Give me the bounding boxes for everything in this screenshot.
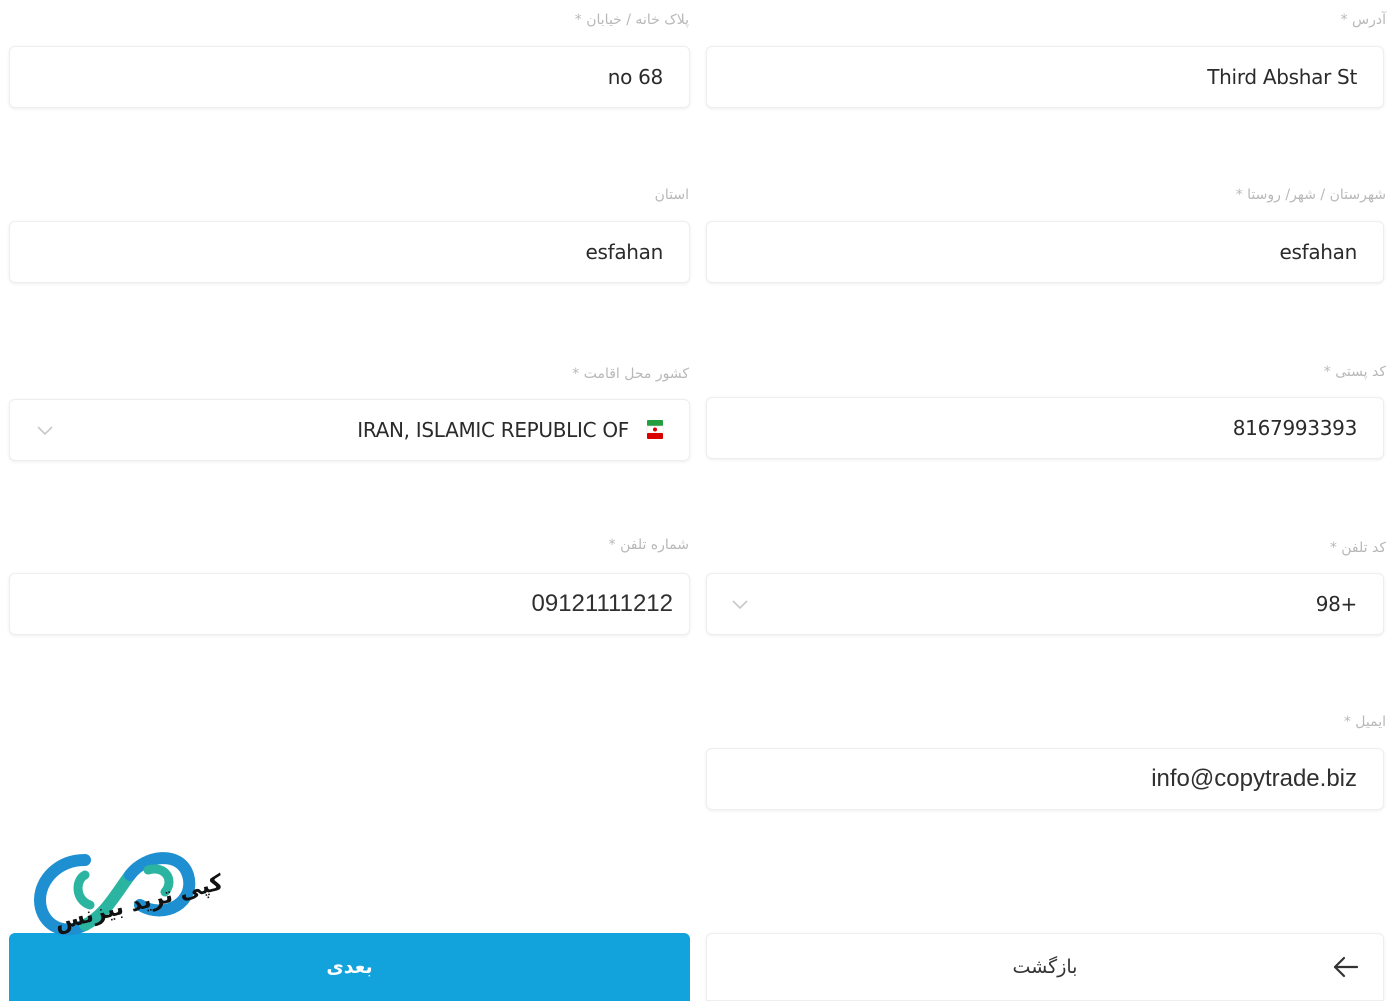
country-select[interactable]: IRAN, ISLAMIC REPUBLIC OF: [9, 399, 690, 461]
city-input[interactable]: esfahan: [706, 221, 1384, 283]
email-value: info@copytrade.biz: [1151, 765, 1357, 792]
phone-number-value: 09121111212: [531, 590, 673, 617]
postal-code-value: 8167993393: [1232, 416, 1358, 440]
postal-code-input[interactable]: 8167993393: [706, 397, 1384, 459]
house-number-value: no 68: [607, 65, 664, 89]
phone-number-label: شماره تلفن *: [608, 537, 689, 553]
iran-flag-icon: [646, 420, 664, 439]
phone-code-label: کد تلفن *: [1329, 540, 1386, 556]
country-value: IRAN, ISLAMIC REPUBLIC OF: [357, 418, 629, 442]
province-value: esfahan: [585, 240, 663, 264]
city-value: esfahan: [1279, 240, 1357, 264]
postal-code-label: کد پستی *: [1323, 364, 1386, 380]
arrow-left-icon: [1333, 956, 1359, 978]
phone-number-input[interactable]: 09121111212: [9, 573, 690, 635]
address-form-page: آدرس * Third Abshar St پلاک خانه / خیابا…: [0, 0, 1400, 1001]
city-label: شهرستان / شهر/ روستا *: [1235, 187, 1386, 203]
phone-code-select[interactable]: 98+: [706, 573, 1384, 635]
back-button-label: بازگشت: [1012, 956, 1078, 978]
address-label: آدرس *: [1340, 12, 1386, 28]
chevron-down-icon: [732, 600, 748, 610]
chevron-down-icon: [37, 426, 53, 436]
country-label: کشور محل اقامت *: [572, 366, 689, 382]
province-label: استان: [654, 187, 689, 203]
house-number-input[interactable]: no 68: [9, 46, 690, 108]
province-input[interactable]: esfahan: [9, 221, 690, 283]
email-input[interactable]: info@copytrade.biz: [706, 748, 1384, 810]
address-value: Third Abshar St: [1207, 65, 1357, 89]
back-button[interactable]: بازگشت: [706, 933, 1384, 1001]
house-number-label: پلاک خانه / خیابان *: [574, 12, 689, 28]
address-input[interactable]: Third Abshar St: [706, 46, 1384, 108]
phone-code-value: 98+: [1315, 592, 1358, 616]
email-label: ایمیل *: [1343, 714, 1386, 730]
